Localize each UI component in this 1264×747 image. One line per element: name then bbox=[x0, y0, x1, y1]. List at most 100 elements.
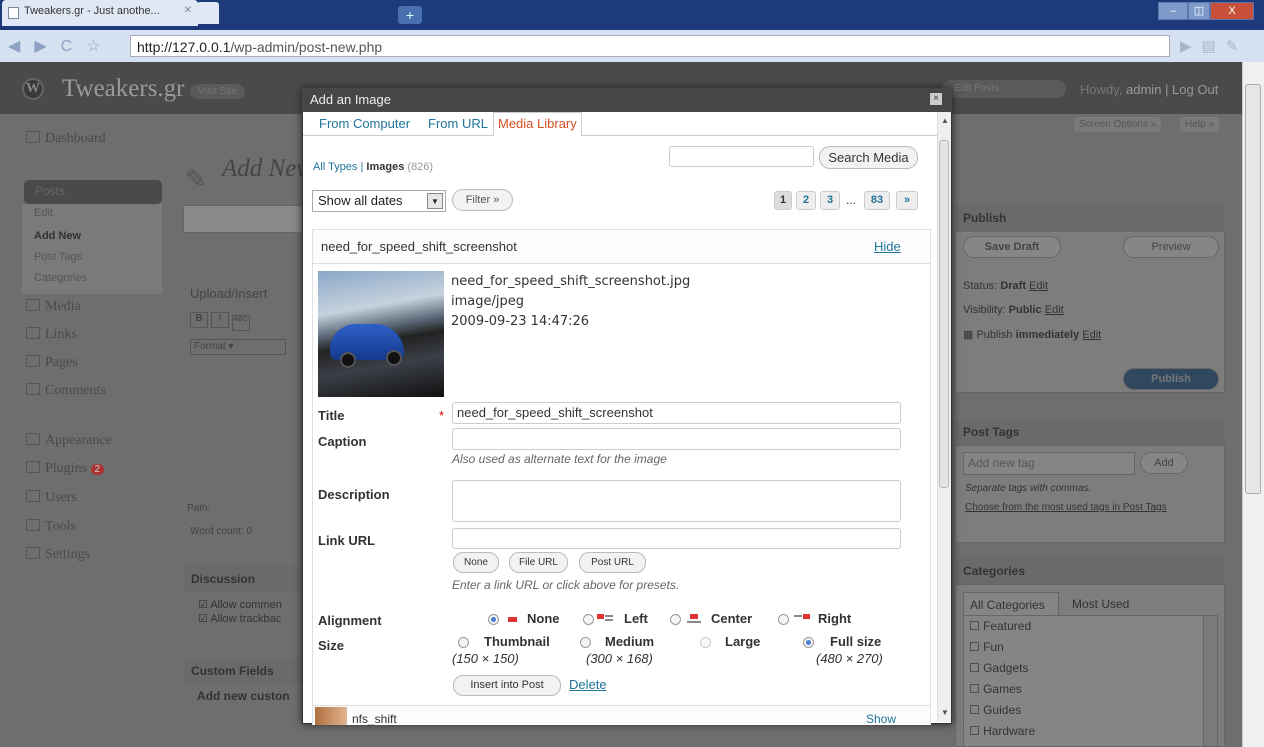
size-full-radio[interactable] bbox=[803, 637, 814, 648]
category-checkbox[interactable]: ☐ Gadgets bbox=[969, 661, 1028, 675]
italic-icon[interactable]: I bbox=[210, 312, 229, 328]
link-file-url-button[interactable]: File URL bbox=[509, 552, 568, 573]
discussion-header[interactable]: Discussion bbox=[183, 566, 303, 592]
page-scrollbar-thumb[interactable] bbox=[1245, 84, 1261, 494]
play-icon[interactable]: ▶ bbox=[1180, 38, 1202, 55]
status-edit-link[interactable]: Edit bbox=[1029, 280, 1048, 292]
minimize-button[interactable]: – bbox=[1158, 2, 1188, 20]
tag-input[interactable]: Add new tag bbox=[963, 452, 1135, 475]
url-input[interactable]: http://127.0.0.1/wp-admin/post-new.php bbox=[130, 35, 1170, 57]
sidebar-item-tools[interactable]: Tools bbox=[26, 519, 76, 535]
page-3-link[interactable]: 3 bbox=[820, 191, 840, 210]
page-83-link[interactable]: 83 bbox=[864, 191, 890, 210]
strikethrough-icon[interactable]: ABC bbox=[231, 315, 250, 331]
tab-media-library[interactable]: Media Library bbox=[493, 112, 582, 137]
sidebar-item-links[interactable]: Links bbox=[26, 327, 77, 343]
format-select[interactable]: Format ▾ bbox=[190, 339, 286, 355]
schedule-edit-link[interactable]: Edit bbox=[1082, 329, 1101, 341]
next-page-link[interactable]: » bbox=[896, 191, 918, 210]
help-button[interactable]: Help » bbox=[1180, 117, 1219, 132]
browser-tab[interactable]: Tweakers.gr - Just anothe... ✕ bbox=[2, 0, 198, 26]
title-field[interactable]: need_for_speed_shift_screenshot bbox=[452, 402, 901, 424]
custom-fields-header[interactable]: Custom Fields bbox=[183, 658, 303, 684]
show-link[interactable]: Show bbox=[866, 712, 896, 726]
align-left-radio[interactable] bbox=[583, 614, 594, 625]
scroll-down-icon[interactable]: ▼ bbox=[941, 708, 949, 717]
forward-icon[interactable]: ▶ bbox=[34, 38, 60, 55]
category-checkbox[interactable]: ☐ Fun bbox=[969, 640, 1004, 654]
page-1-link[interactable]: 1 bbox=[774, 191, 792, 210]
star-icon[interactable]: ☆ bbox=[86, 38, 114, 55]
tab-from-computer[interactable]: From Computer bbox=[315, 113, 414, 134]
maximize-button[interactable]: ◫ bbox=[1188, 2, 1210, 20]
toolbar-icons[interactable]: ▶▤✎ bbox=[1180, 37, 1248, 55]
size-large-radio[interactable] bbox=[700, 637, 711, 648]
caption-field[interactable] bbox=[452, 428, 901, 450]
category-checkbox[interactable]: ☐ Games bbox=[969, 682, 1022, 696]
category-checkbox[interactable]: ☐ Guides bbox=[969, 703, 1021, 717]
title-input[interactable] bbox=[183, 205, 303, 233]
sidebar-item-users[interactable]: Users bbox=[26, 490, 77, 506]
allow-trackbacks-checkbox[interactable]: ☑ Allow trackbac bbox=[198, 612, 281, 625]
categories-header[interactable]: Categories bbox=[955, 558, 1225, 584]
sidebar-item-dashboard[interactable]: Dashboard bbox=[26, 131, 106, 147]
sidebar-item-comments[interactable]: Comments bbox=[26, 383, 106, 399]
sidebar-item-plugins[interactable]: Plugins 2 bbox=[26, 461, 105, 477]
category-checkbox[interactable]: ☐ Featured bbox=[969, 619, 1031, 633]
filter-images[interactable]: Images bbox=[366, 161, 404, 173]
wrench-icon[interactable]: ✎ bbox=[1226, 38, 1249, 55]
link-url-field[interactable] bbox=[452, 528, 901, 549]
link-post-url-button[interactable]: Post URL bbox=[579, 552, 646, 573]
category-scrollbar[interactable] bbox=[1203, 616, 1217, 746]
choose-tags-link[interactable]: Choose from the most used tags in Post T… bbox=[965, 502, 1200, 513]
tab-most-used[interactable]: Most Used bbox=[1072, 597, 1129, 611]
align-right-radio[interactable] bbox=[778, 614, 789, 625]
add-tag-button[interactable]: Add bbox=[1140, 452, 1188, 474]
new-tab-button[interactable] bbox=[197, 2, 219, 24]
close-icon[interactable]: × bbox=[930, 93, 942, 105]
dialog-scrollbar-thumb[interactable] bbox=[939, 140, 949, 488]
align-none-radio[interactable] bbox=[488, 614, 499, 625]
post-tags-header[interactable]: Post Tags bbox=[955, 419, 1225, 445]
reload-icon[interactable]: C bbox=[61, 38, 87, 55]
visibility-edit-link[interactable]: Edit bbox=[1045, 304, 1064, 316]
username-link[interactable]: admin bbox=[1126, 82, 1161, 97]
align-center-radio[interactable] bbox=[670, 614, 681, 625]
publish-button[interactable]: Publish bbox=[1123, 368, 1219, 390]
date-select[interactable]: Show all dates ▼ bbox=[312, 190, 446, 212]
back-icon[interactable]: ◀ bbox=[8, 38, 34, 55]
logout-link[interactable]: | Log Out bbox=[1165, 82, 1218, 97]
scroll-up-icon[interactable]: ▲ bbox=[941, 116, 949, 125]
publish-box-header[interactable]: Publish bbox=[955, 205, 1225, 231]
submenu-add-new[interactable]: Add New bbox=[34, 230, 81, 242]
filter-button[interactable]: Filter » bbox=[452, 189, 513, 211]
filter-all-types[interactable]: All Types bbox=[313, 161, 357, 173]
search-media-input[interactable] bbox=[669, 146, 814, 167]
submenu-categories[interactable]: Categories bbox=[34, 272, 87, 284]
insert-into-post-button[interactable]: Insert into Post bbox=[453, 675, 561, 696]
category-checkbox[interactable]: ☐ Hardware bbox=[969, 724, 1035, 738]
hide-link[interactable]: Hide bbox=[874, 239, 901, 254]
description-field[interactable] bbox=[452, 480, 901, 522]
nav-buttons[interactable]: ◀▶C☆ bbox=[8, 36, 115, 56]
allow-comments-checkbox[interactable]: ☑ Allow commen bbox=[198, 598, 282, 611]
search-media-button[interactable]: Search Media bbox=[819, 146, 918, 169]
sidebar-item-pages[interactable]: Pages bbox=[26, 355, 78, 371]
window-close-button[interactable]: X bbox=[1210, 2, 1254, 20]
screen-options-button[interactable]: Screen Options » bbox=[1074, 117, 1162, 132]
tab-from-url[interactable]: From URL bbox=[424, 113, 492, 134]
size-thumbnail-radio[interactable] bbox=[458, 637, 469, 648]
preview-button[interactable]: Preview bbox=[1123, 236, 1219, 258]
sidebar-item-settings[interactable]: Settings bbox=[26, 547, 90, 563]
page-2-link[interactable]: 2 bbox=[796, 191, 816, 210]
visit-site-button[interactable]: Visit Site bbox=[190, 84, 245, 99]
sidebar-item-appearance[interactable]: Appearance bbox=[26, 433, 112, 449]
save-draft-button[interactable]: Save Draft bbox=[963, 236, 1061, 258]
bold-icon[interactable]: B bbox=[190, 312, 208, 328]
link-none-button[interactable]: None bbox=[453, 552, 499, 573]
submenu-post-tags[interactable]: Post Tags bbox=[34, 251, 82, 263]
edit-posts-dropdown[interactable]: Edit Posts bbox=[942, 80, 1066, 98]
delete-link[interactable]: Delete bbox=[569, 677, 607, 692]
page-menu-icon[interactable]: ▤ bbox=[1202, 38, 1226, 55]
submenu-edit[interactable]: Edit bbox=[34, 207, 53, 219]
